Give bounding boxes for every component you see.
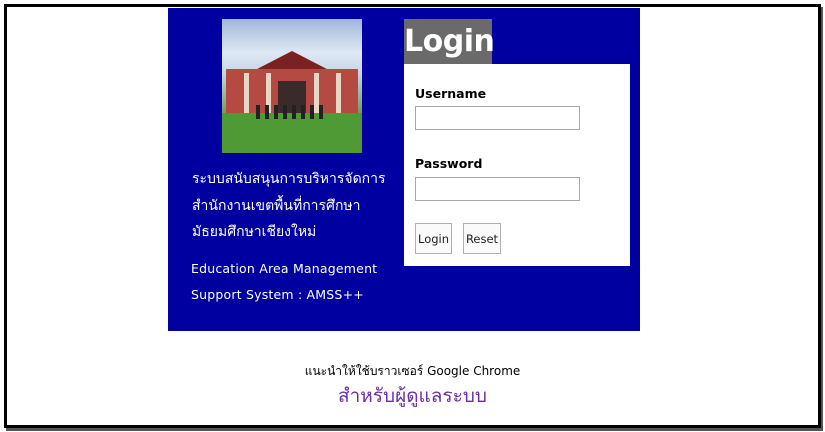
system-name-th-line-2: สำนักงานเขตพื้นที่การศึกษา	[192, 198, 361, 214]
admin-link[interactable]: สำหรับผู้ดูแลระบบ	[0, 381, 825, 411]
system-name-en-line-2: Support System : AMSS++	[191, 287, 364, 302]
reset-button[interactable]: Reset	[463, 223, 501, 254]
login-form: Username Password Login Reset	[404, 64, 630, 266]
system-name-th-line-1: ระบบสนับสนุนการบริหารจัดการ	[192, 171, 386, 187]
browser-recommendation: แนะนำให้ใช้บราวเซอร์ Google Chrome	[304, 364, 521, 378]
password-label: Password	[415, 156, 483, 171]
username-label: Username	[415, 86, 487, 101]
building-photo	[222, 19, 362, 153]
system-name-th-line-3: มัธยมศึกษาเชียงใหม่	[192, 224, 317, 240]
username-input[interactable]	[415, 106, 580, 130]
password-input[interactable]	[415, 177, 580, 201]
login-title: Login	[404, 19, 495, 64]
login-panel: ระบบสนับสนุนการบริหารจัดการ สำนักงานเขตพ…	[168, 8, 640, 331]
system-name-en-line-1: Education Area Management	[191, 261, 378, 276]
login-button[interactable]: Login	[415, 223, 452, 254]
